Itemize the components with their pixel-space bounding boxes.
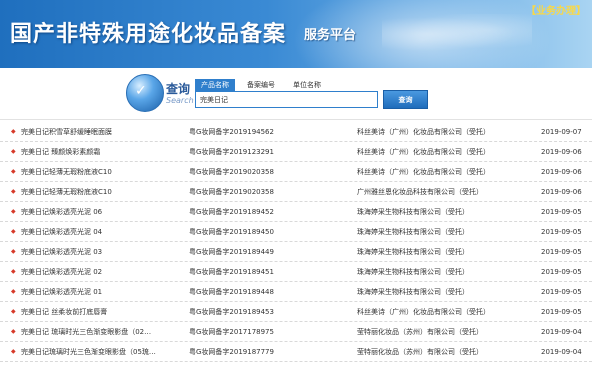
bullet-icon: ◆ <box>11 168 16 175</box>
record-date: 2019-09-04 <box>541 328 582 336</box>
product-name[interactable]: 完美日记 琉璃时光三色渐变眼影盘（02… <box>21 322 183 342</box>
record-date: 2019-09-05 <box>541 288 582 296</box>
site-subtitle: 服务平台 <box>304 28 357 43</box>
tab-record-number[interactable]: 备案编号 <box>241 79 281 91</box>
product-name[interactable]: 完美日记焕彩透亮光泥 03 <box>21 242 183 262</box>
record-date: 2019-09-04 <box>541 348 582 356</box>
product-name[interactable]: 完美日记焕彩透亮光泥 02 <box>21 262 183 282</box>
list-item[interactable]: ◆ 完美日记焕彩透亮光泥 04 粤G妆网备字2019189450 珠海婷采生物科… <box>0 222 592 242</box>
company-name: 广州雅丝恩化妆品科技有限公司（受托） <box>357 188 483 196</box>
bullet-icon: ◆ <box>11 128 16 135</box>
record-number: 粤G妆网备字2019020358 <box>189 168 274 176</box>
record-date: 2019-09-05 <box>541 248 582 256</box>
record-number: 粤G妆网备字2019189452 <box>189 208 274 216</box>
list-item[interactable]: ◆ 完美日记 丝柔妆前打底唇膏 粤G妆网备字2019189453 科丝美诗（广州… <box>0 302 592 322</box>
world-map-graphic <box>382 14 532 54</box>
record-number: 粤G妆网备字2019189450 <box>189 228 274 236</box>
bullet-icon: ◆ <box>11 188 16 195</box>
company-name: 科丝美诗（广州）化妆品有限公司（受托） <box>357 308 490 316</box>
bullet-icon: ◆ <box>11 328 16 335</box>
list-item[interactable]: ◆ 完美日记轻薄无瑕粉底液C10 粤G妆网备字2019020358 广州雅丝恩化… <box>0 182 592 202</box>
bullet-icon: ◆ <box>11 268 16 275</box>
record-date: 2019-09-05 <box>541 208 582 216</box>
list-item[interactable]: ◆ 完美日记 琉璃时光三色渐变眼影盘（02… 粤G妆网备字2017178975 … <box>0 322 592 342</box>
list-item[interactable]: ◆ 完美日记焕彩透亮光泥 03 粤G妆网备字2019189449 珠海婷采生物科… <box>0 242 592 262</box>
bullet-icon: ◆ <box>11 288 16 295</box>
record-number: 粤G妆网备字2019187779 <box>189 348 274 356</box>
list-item[interactable]: ◆ 完美日记焕彩透亮光泥 06 粤G妆网备字2019189452 珠海婷采生物科… <box>0 202 592 222</box>
company-name: 莹特丽化妆品（苏州）有限公司（受托） <box>357 328 483 336</box>
search-panel: ✓ 查询 Search 产品名称 备案编号 单位名称 查询 <box>0 68 592 120</box>
company-name: 莹特丽化妆品（苏州）有限公司（受托） <box>357 348 483 356</box>
record-date: 2019-09-05 <box>541 308 582 316</box>
company-name: 珠海婷采生物科技有限公司（受托） <box>357 268 469 276</box>
list-item[interactable]: ◆ 完美日记焕彩透亮光泥 02 粤G妆网备字2019189451 珠海婷采生物科… <box>0 262 592 282</box>
header-banner: 国产非特殊用途化妆品备案 服务平台 【业务办理】 <box>0 0 592 68</box>
product-name[interactable]: 完美日记焕彩透亮光泥 06 <box>21 202 183 222</box>
tab-product-name[interactable]: 产品名称 <box>195 79 235 91</box>
bullet-icon: ◆ <box>11 248 16 255</box>
search-button[interactable]: 查询 <box>383 90 428 109</box>
record-date: 2019-09-05 <box>541 228 582 236</box>
product-name[interactable]: 完美日记积雪草舒缓睡眠面膜 <box>21 122 183 142</box>
company-name: 珠海婷采生物科技有限公司（受托） <box>357 248 469 256</box>
list-item[interactable]: ◆ 完美日记琉璃时光三色渐变眼影盘（05琉… 粤G妆网备字2019187779 … <box>0 342 592 362</box>
tab-company-name[interactable]: 单位名称 <box>287 79 327 91</box>
bullet-icon: ◆ <box>11 148 16 155</box>
record-number: 粤G妆网备字2019189449 <box>189 248 274 256</box>
product-name[interactable]: 完美日记轻薄无瑕粉底液C10 <box>21 162 183 182</box>
search-heading: 查询 <box>166 82 191 96</box>
product-name[interactable]: 完美日记 丝柔妆前打底唇膏 <box>21 302 183 322</box>
list-item[interactable]: ◆ 完美日记 臻颜焕彩素颜霜 粤G妆网备字2019123291 科丝美诗（广州）… <box>0 142 592 162</box>
company-name: 珠海婷采生物科技有限公司（受托） <box>357 228 469 236</box>
record-date: 2019-09-05 <box>541 268 582 276</box>
site-title: 国产非特殊用途化妆品备案 <box>10 21 287 47</box>
search-input[interactable] <box>195 91 378 108</box>
record-number: 粤G妆网备字2019194562 <box>189 128 274 136</box>
record-number: 粤G妆网备字2017178975 <box>189 328 274 336</box>
record-date: 2019-09-06 <box>541 168 582 176</box>
business-link[interactable]: 【业务办理】 <box>526 2 586 17</box>
check-icon: ✓ <box>135 83 147 99</box>
search-tabs: 产品名称 备案编号 单位名称 <box>195 79 333 91</box>
record-date: 2019-09-06 <box>541 188 582 196</box>
list-item[interactable]: ◆ 完美日记轻薄无瑕粉底液C10 粤G妆网备字2019020358 科丝美诗（广… <box>0 162 592 182</box>
bullet-icon: ◆ <box>11 348 16 355</box>
company-name: 科丝美诗（广州）化妆品有限公司（受托） <box>357 148 490 156</box>
product-name[interactable]: 完美日记焕彩透亮光泥 01 <box>21 282 183 302</box>
list-item[interactable]: ◆ 完美日记积雪草舒缓睡眠面膜 粤G妆网备字2019194562 科丝美诗（广州… <box>0 122 592 142</box>
product-name[interactable]: 完美日记 臻颜焕彩素颜霜 <box>21 142 183 162</box>
record-date: 2019-09-06 <box>541 148 582 156</box>
product-name[interactable]: 完美日记轻薄无瑕粉底液C10 <box>21 182 183 202</box>
company-name: 科丝美诗（广州）化妆品有限公司（受托） <box>357 128 490 136</box>
record-date: 2019-09-07 <box>541 128 582 136</box>
company-name: 珠海婷采生物科技有限公司（受托） <box>357 208 469 216</box>
product-name[interactable]: 完美日记琉璃时光三色渐变眼影盘（05琉… <box>21 342 183 362</box>
search-heading-en: Search <box>166 96 194 105</box>
record-number: 粤G妆网备字2019189453 <box>189 308 274 316</box>
product-name[interactable]: 完美日记焕彩透亮光泥 04 <box>21 222 183 242</box>
bullet-icon: ◆ <box>11 208 16 215</box>
record-number: 粤G妆网备字2019123291 <box>189 148 274 156</box>
record-number: 粤G妆网备字2019020358 <box>189 188 274 196</box>
record-number: 粤G妆网备字2019189451 <box>189 268 274 276</box>
company-name: 珠海婷采生物科技有限公司（受托） <box>357 288 469 296</box>
company-name: 科丝美诗（广州）化妆品有限公司（受托） <box>357 168 490 176</box>
bullet-icon: ◆ <box>11 228 16 235</box>
list-item[interactable]: ◆ 完美日记焕彩透亮光泥 01 粤G妆网备字2019189448 珠海婷采生物科… <box>0 282 592 302</box>
record-number: 粤G妆网备字2019189448 <box>189 288 274 296</box>
bullet-icon: ◆ <box>11 308 16 315</box>
